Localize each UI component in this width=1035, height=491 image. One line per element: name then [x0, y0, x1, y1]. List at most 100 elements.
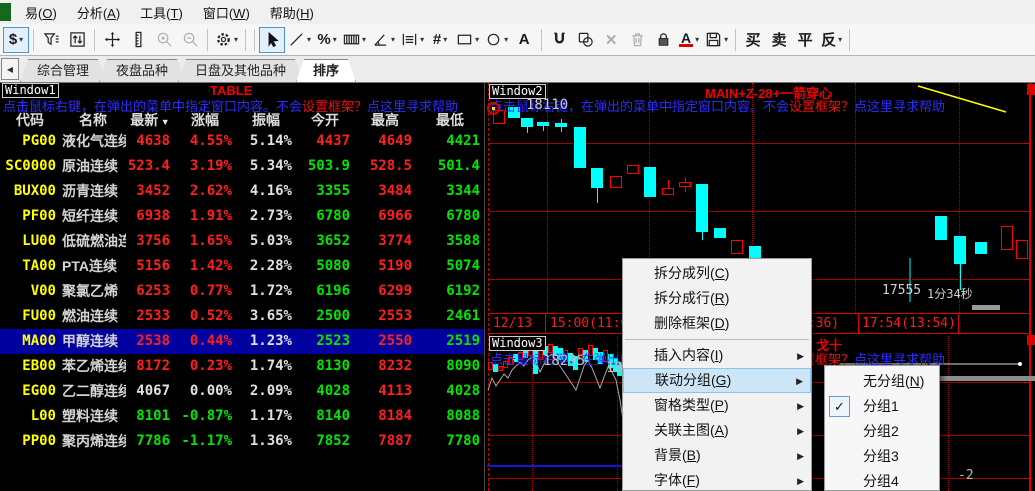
table-row-PP00[interactable]: PP00 聚丙烯连续 7786 -1.17% 1.36% 7852 7887 7780 [0, 429, 484, 454]
menu-item-1[interactable]: 拆分成行(R) [623, 286, 811, 311]
magnet-icon[interactable] [546, 27, 572, 53]
cell-code: SC0000 [5, 158, 56, 174]
menubar-item-3[interactable]: 窗口(W) [193, 0, 260, 25]
trash-icon [624, 27, 650, 53]
submenu-item-2[interactable]: 分组2 [825, 419, 939, 444]
dropdown-caret-icon[interactable]: ▾ [420, 35, 424, 44]
table-row-MA00[interactable]: MA00 甲醇连续 2538 0.44% 1.23% 2523 2550 2519 [0, 329, 484, 354]
axis-tick [1024, 279, 1029, 280]
tab-日盘及其他品种[interactable]: 日盘及其他品种 [178, 59, 303, 82]
menu-item-7[interactable]: 关联主图(A) ▶ [623, 418, 811, 443]
table-row-L00[interactable]: L00 塑料连续 8101 -0.87% 1.17% 8140 8184 8088 [0, 404, 484, 429]
menu-item-5[interactable]: 联动分组(G) ▶ [623, 368, 811, 393]
menubar-item-1[interactable]: 分析(A) [67, 0, 130, 25]
reverse-button[interactable]: 反 ▾ [818, 27, 845, 53]
table-row-PG00[interactable]: PG00 液化气连续 4638 4.55% 5.14% 4437 4649 4421 [0, 129, 484, 154]
dollar-icon[interactable]: $ ▾ [3, 26, 29, 53]
dropdown-caret-icon[interactable]: ▾ [838, 35, 842, 44]
submenu-item-3[interactable]: 分组3 [825, 444, 939, 469]
line-icon[interactable]: ▾ [285, 27, 314, 53]
dropdown-caret-icon[interactable]: ▾ [724, 35, 728, 44]
axis-tick [1024, 382, 1029, 383]
cell-2: 523.4 [127, 158, 170, 174]
save-icon[interactable]: ▾ [702, 27, 731, 53]
table-row-LU00[interactable]: LU00 低硫燃油连续 3756 1.65% 5.03% 3652 3774 3588 [0, 229, 484, 254]
menubar-item-4[interactable]: 帮助(H) [260, 0, 324, 25]
lock-icon[interactable] [650, 27, 676, 53]
close-position-button[interactable]: 平 [792, 27, 818, 53]
toolbar-separator [207, 28, 208, 51]
sell-button[interactable]: 卖 [766, 27, 792, 53]
dropdown-caret-icon[interactable]: ▾ [443, 35, 447, 44]
gridline [489, 211, 1029, 212]
angle-icon[interactable]: ▾ [369, 27, 398, 53]
menu-item-0[interactable]: 拆分成列(C) [623, 261, 811, 286]
buy-button[interactable]: 买 [740, 27, 766, 53]
ruler-icon[interactable] [125, 27, 151, 53]
dropdown-caret-icon[interactable]: ▾ [391, 35, 395, 44]
cell-code: MA00 [22, 333, 56, 349]
buy-button-glyph: 买 [745, 32, 761, 49]
percent-icon[interactable]: % ▾ [314, 27, 340, 53]
menu-item-4[interactable]: 插入内容(I) ▶ [623, 343, 811, 368]
circle-icon[interactable]: ▾ [482, 27, 511, 53]
cell-7: 5074 [446, 258, 480, 274]
menubar-item-0[interactable]: 易(O) [15, 0, 67, 25]
table-row-BUX00[interactable]: BUX00 沥青连续 3452 2.62% 4.16% 3355 3484 3344 [0, 179, 484, 204]
font-color-icon[interactable]: A ▾ [676, 27, 702, 53]
menubar-item-2[interactable]: 工具(T) [130, 0, 193, 25]
window2-help-question: 设置框架？ [789, 99, 855, 114]
toolbar-separator [33, 28, 34, 51]
window2-help-link[interactable]: 点这里寻求帮助 [854, 99, 945, 114]
barcode-icon[interactable]: ▾ [340, 27, 369, 53]
cell-1: 聚丙烯连续 [62, 433, 126, 449]
dropdown-caret-icon[interactable]: ▾ [19, 35, 23, 44]
submenu-item-1[interactable]: 分组1 ✓ [825, 394, 939, 419]
window1-quote-table[interactable]: Window1 TABLE 点击鼠标右键，在弹出的菜单中指定窗口内容。不会设置框架？… [0, 83, 484, 491]
checkmark-icon: ✓ [829, 396, 850, 417]
table-row-EB00[interactable]: EB00 苯乙烯连续 8172 0.23% 1.74% 8130 8232 8090 [0, 354, 484, 379]
candle-wick [668, 180, 669, 188]
table-row-TA00[interactable]: TA00 PTA连续 5156 1.42% 2.28% 5080 5190 5074 [0, 254, 484, 279]
dropdown-caret-icon[interactable]: ▾ [234, 35, 238, 44]
table-row-PF00[interactable]: PF00 短纤连续 6938 1.91% 2.73% 6780 6966 6780 [0, 204, 484, 229]
cursor-icon[interactable] [259, 26, 286, 53]
dropdown-caret-icon[interactable]: ▾ [695, 35, 699, 44]
tab-综合管理[interactable]: 综合管理 [20, 59, 106, 82]
table-row-V00[interactable]: V00 聚氯乙烯 6253 0.77% 1.72% 6196 6299 6192 [0, 279, 484, 304]
submenu-item-4[interactable]: 分组4 [825, 469, 939, 490]
rect-icon[interactable]: ▾ [453, 27, 482, 53]
dropdown-caret-icon[interactable]: ▾ [333, 35, 337, 44]
menu-item-9[interactable]: 字体(F) ▶ [623, 468, 811, 490]
cell-code: TA00 [22, 258, 56, 274]
menu-item-8[interactable]: 背景(B) ▶ [623, 443, 811, 468]
table-row-FU00[interactable]: FU00 燃油连续 2533 0.52% 3.65% 2500 2553 2461 [0, 304, 484, 329]
sort-icon[interactable] [64, 27, 90, 53]
tab-排序[interactable]: 排序 [296, 59, 356, 82]
submenu-item-0[interactable]: 无分组(N) [825, 369, 939, 394]
candle-down [714, 228, 726, 238]
move-icon[interactable] [99, 27, 125, 53]
gear-icon[interactable]: ▾ [212, 27, 241, 53]
overlap-icon[interactable] [572, 27, 598, 53]
tab-夜盘品种[interactable]: 夜盘品种 [99, 59, 185, 82]
candle-up [1001, 226, 1013, 250]
grid-icon[interactable]: # ▾ [427, 27, 453, 53]
table-row-SC0000[interactable]: SC0000 原油连续 523.4 3.19% 5.34% 503.9 528.5 501.4 [0, 154, 484, 179]
dropdown-caret-icon[interactable]: ▾ [475, 35, 479, 44]
dropdown-caret-icon[interactable]: ▾ [362, 35, 366, 44]
filter-icon[interactable] [38, 27, 64, 53]
spacing-icon[interactable]: ▾ [398, 27, 427, 53]
window1-help-link[interactable]: 点这里寻求帮助 [367, 99, 458, 114]
cell-6: 4649 [378, 133, 412, 149]
candle-down [954, 236, 966, 264]
submenu-arrow-icon: ▶ [797, 476, 804, 486]
menu-item-6[interactable]: 窗格类型(P) ▶ [623, 393, 811, 418]
candle-down [555, 123, 567, 127]
dropdown-caret-icon[interactable]: ▾ [504, 35, 508, 44]
text-icon[interactable]: A [511, 27, 537, 53]
tab-scroll-left-button[interactable]: ◀ [1, 58, 19, 80]
menu-item-2[interactable]: 删除框架(D) [623, 311, 811, 336]
table-row-EG00[interactable]: EG00 乙二醇连续 4067 0.00% 2.09% 4028 4113 4028 [0, 379, 484, 404]
dropdown-caret-icon[interactable]: ▾ [307, 35, 311, 44]
